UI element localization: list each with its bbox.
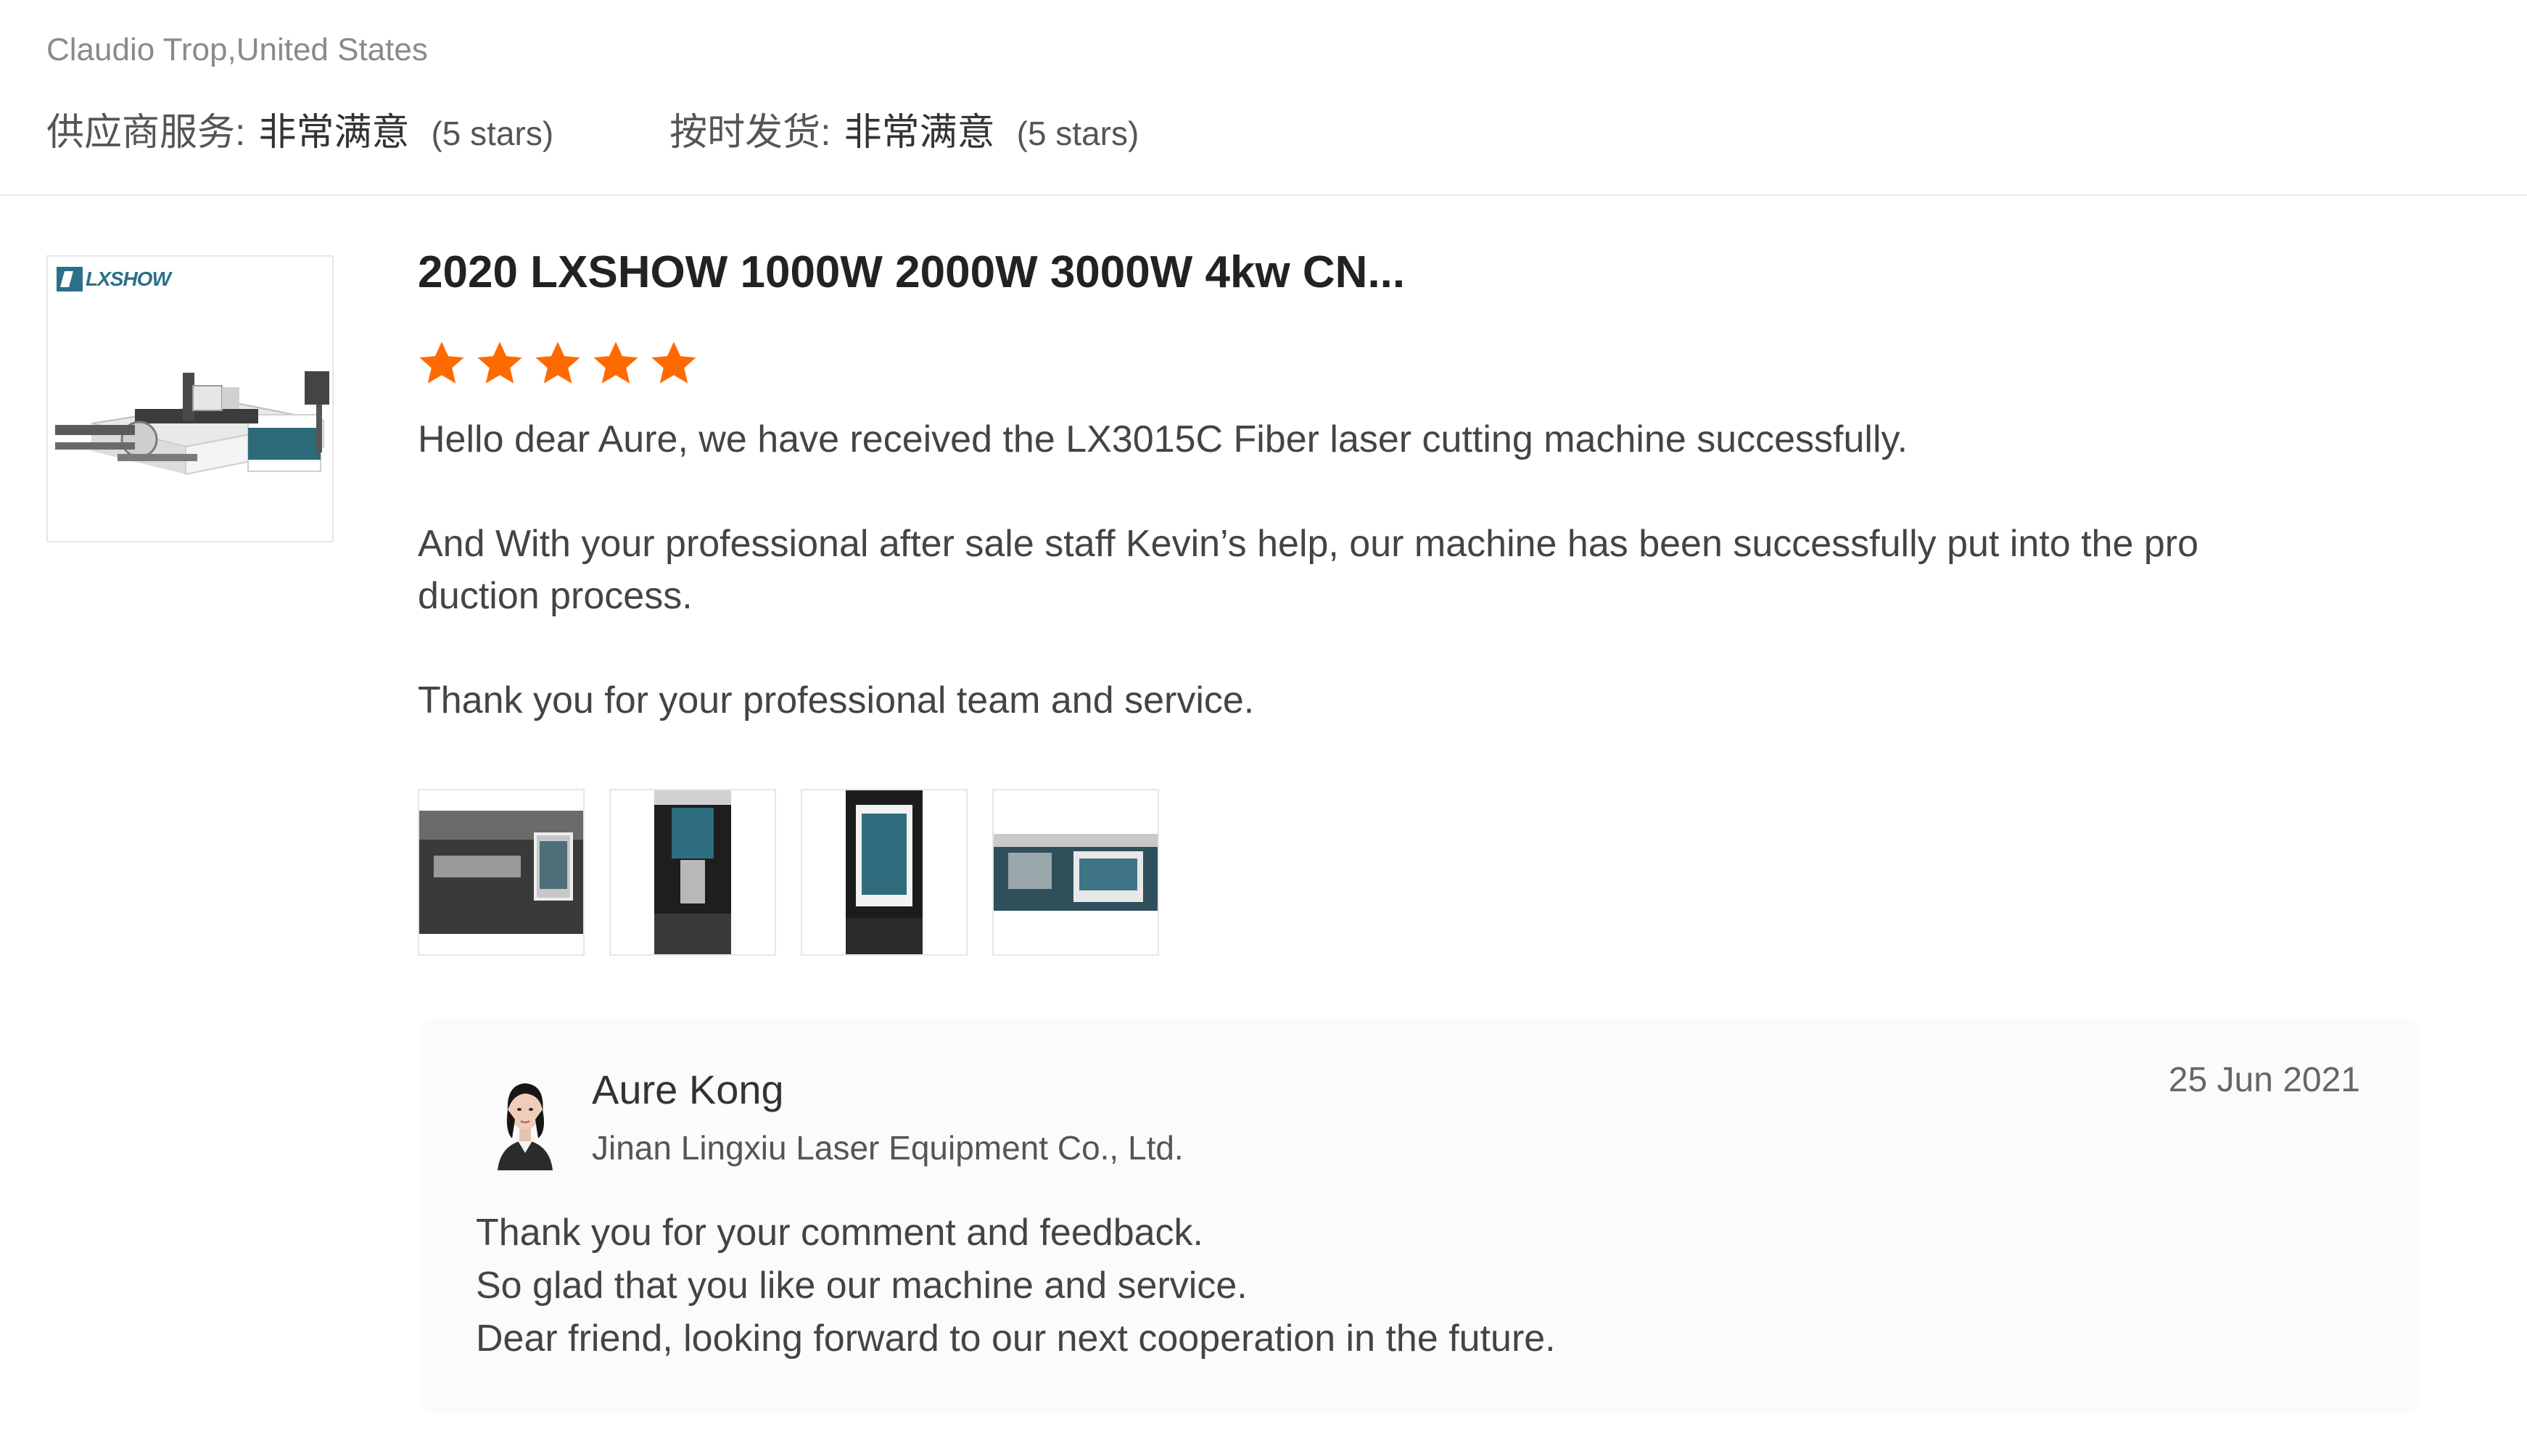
review-photo-image <box>846 790 923 954</box>
review-photo[interactable] <box>801 789 968 956</box>
rating-supplier-service: 供应商服务: 非常满意 (5 stars) <box>46 102 553 156</box>
review-body: Hello dear Aure, we have received the LX… <box>418 413 2318 779</box>
reviewer-name-location: Claudio Trop,United States <box>46 32 428 67</box>
review-paragraph: And With your professional after sale st… <box>418 523 2198 617</box>
reply-line: Dear friend, looking forward to our next… <box>476 1318 1556 1360</box>
review-paragraph: Hello dear Aure, we have received the LX… <box>418 418 1908 460</box>
reply-message: Thank you for your comment and feedback.… <box>476 1207 1556 1365</box>
star-icon <box>593 342 638 384</box>
rating-value: 非常满意 <box>258 112 410 154</box>
product-title-link[interactable]: 2020 LXSHOW 1000W 2000W 3000W 4kw CN... <box>418 247 1405 298</box>
star-icon <box>535 342 580 384</box>
reply-company-name: Jinan Lingxiu Laser Equipment Co., Ltd. <box>592 1129 1184 1167</box>
review-paragraph: Thank you for your professional team and… <box>418 679 1255 721</box>
review-photo[interactable] <box>418 789 585 956</box>
star-icon <box>651 342 696 384</box>
reply-author-name: Aure Kong <box>592 1067 784 1112</box>
rating-stars-text: (5 stars) <box>1016 115 1139 152</box>
rating-label: 按时发货: <box>669 112 831 154</box>
review-photo-gallery <box>418 789 1184 956</box>
rating-on-time-delivery: 按时发货: 非常满意 (5 stars) <box>669 102 1139 156</box>
rating-value: 非常满意 <box>844 112 995 154</box>
review-photo[interactable] <box>609 789 776 956</box>
avatar <box>498 1083 553 1170</box>
rating-label: 供应商服务: <box>46 112 246 154</box>
review-photo[interactable] <box>992 789 1159 956</box>
review-photo-image <box>419 811 583 934</box>
reply-date: 25 Jun 2021 <box>2168 1061 2360 1099</box>
review-photo-image <box>654 790 731 954</box>
product-thumbnail[interactable]: LXSHOW <box>46 255 334 542</box>
star-icon <box>477 342 522 384</box>
reply-line: Thank you for your comment and feedback. <box>476 1212 1203 1254</box>
product-star-rating <box>416 338 706 389</box>
supplier-ratings: 供应商服务: 非常满意 (5 stars) 按时发货: 非常满意 (5 star… <box>46 102 1139 156</box>
laser-cutting-machine-image <box>55 371 329 476</box>
star-icon <box>419 342 464 384</box>
reply-line: So glad that you like our machine and se… <box>476 1265 1248 1307</box>
section-divider <box>0 194 2527 196</box>
supplier-reply: Aure Kong Jinan Lingxiu Laser Equipment … <box>421 1018 2420 1414</box>
review-photo-image <box>994 834 1158 911</box>
rating-stars-text: (5 stars) <box>431 115 554 152</box>
